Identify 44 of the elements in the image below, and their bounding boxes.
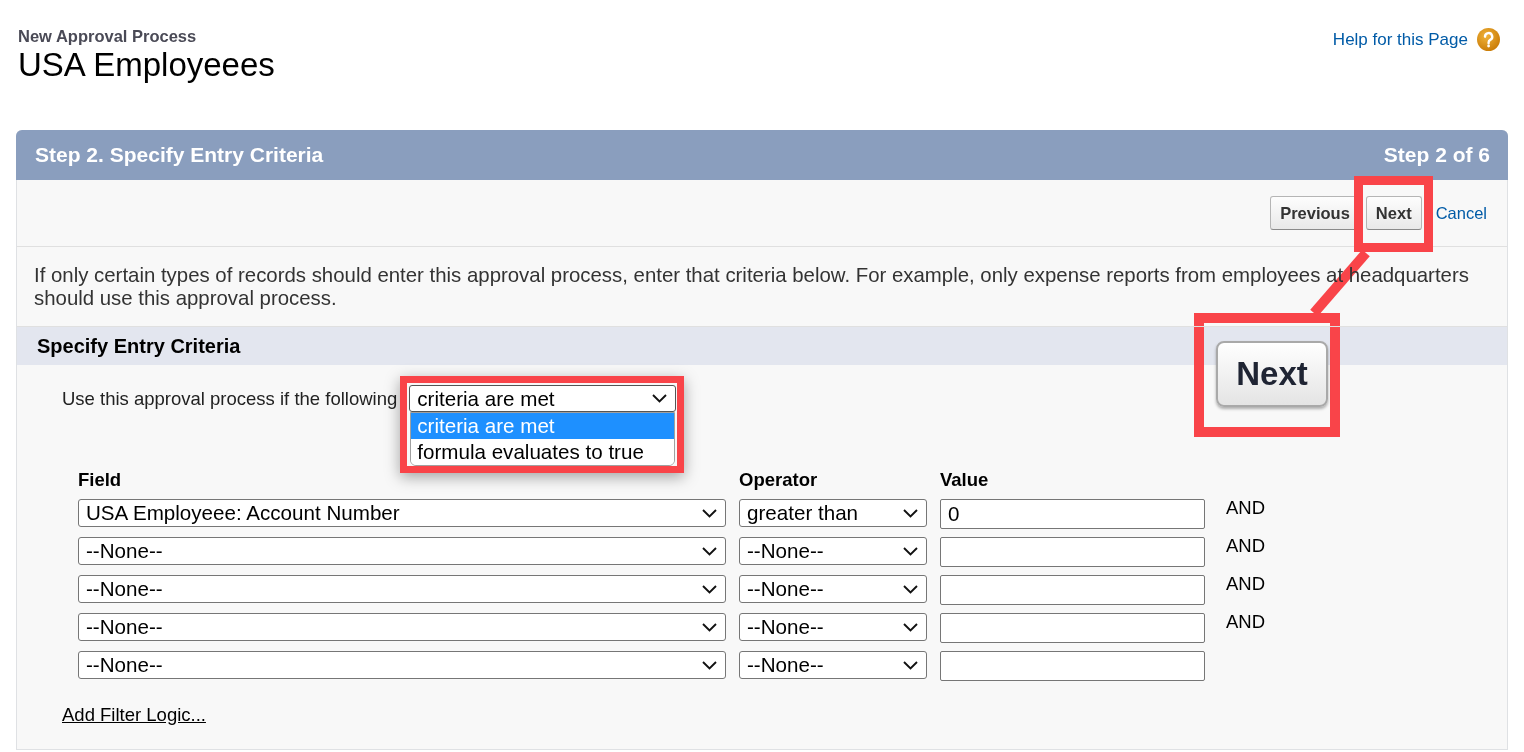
wizard-button[interactable]: Next: [1365, 196, 1422, 230]
field-select[interactable]: --None--: [78, 613, 726, 641]
value-input[interactable]: [940, 651, 1205, 681]
operator-select[interactable]: --None--: [739, 537, 927, 565]
and-label: AND: [1226, 612, 1266, 632]
page-title: USA Employeees: [18, 46, 275, 84]
chevron-down-icon: [903, 660, 918, 670]
chevron-down-icon: [702, 584, 717, 594]
step-title: Step 2. Specify Entry Criteria: [35, 143, 324, 167]
chevron-down-icon: [702, 508, 717, 518]
value-input[interactable]: [940, 537, 1205, 567]
operator-select[interactable]: --None--: [739, 575, 927, 603]
help-link[interactable]: Help for this Page: [1332, 28, 1468, 51]
field-select[interactable]: USA Employeee: Account Number: [78, 499, 726, 527]
field-select[interactable]: --None--: [78, 537, 726, 565]
and-label: AND: [1226, 574, 1266, 594]
chevron-down-icon: [903, 622, 918, 632]
page-subtitle: New Approval Process: [18, 26, 197, 46]
chevron-down-icon: [702, 660, 717, 670]
value-input[interactable]: 0: [940, 499, 1205, 529]
column-header: Field: [78, 470, 122, 490]
field-select[interactable]: --None--: [78, 651, 726, 679]
criteria-select[interactable]: criteria are met: [409, 385, 677, 412]
column-header: Value: [940, 470, 989, 490]
operator-select[interactable]: --None--: [739, 613, 927, 641]
field-select[interactable]: --None--: [78, 575, 726, 603]
column-header: Operator: [739, 470, 818, 490]
chevron-down-icon: [903, 546, 918, 556]
and-label: AND: [1226, 536, 1266, 556]
chevron-down-icon: [903, 508, 918, 518]
operator-select[interactable]: greater than: [739, 499, 927, 527]
and-label: AND: [1226, 498, 1266, 518]
chevron-down-icon: [702, 546, 717, 556]
add-filter-logic-link[interactable]: Add Filter Logic...: [62, 705, 206, 725]
chevron-down-icon: [702, 622, 717, 632]
operator-select[interactable]: --None--: [739, 651, 927, 679]
chevron-down-icon: [652, 394, 668, 403]
chevron-down-icon: [903, 584, 918, 594]
value-input[interactable]: [940, 613, 1205, 643]
value-input[interactable]: [940, 575, 1205, 605]
help-icon[interactable]: [1477, 28, 1500, 51]
criteria-label: Use this approval process if the following: [62, 387, 398, 410]
cancel-link[interactable]: Cancel: [1435, 203, 1487, 223]
step-counter: Step 2 of 6: [1383, 143, 1490, 167]
